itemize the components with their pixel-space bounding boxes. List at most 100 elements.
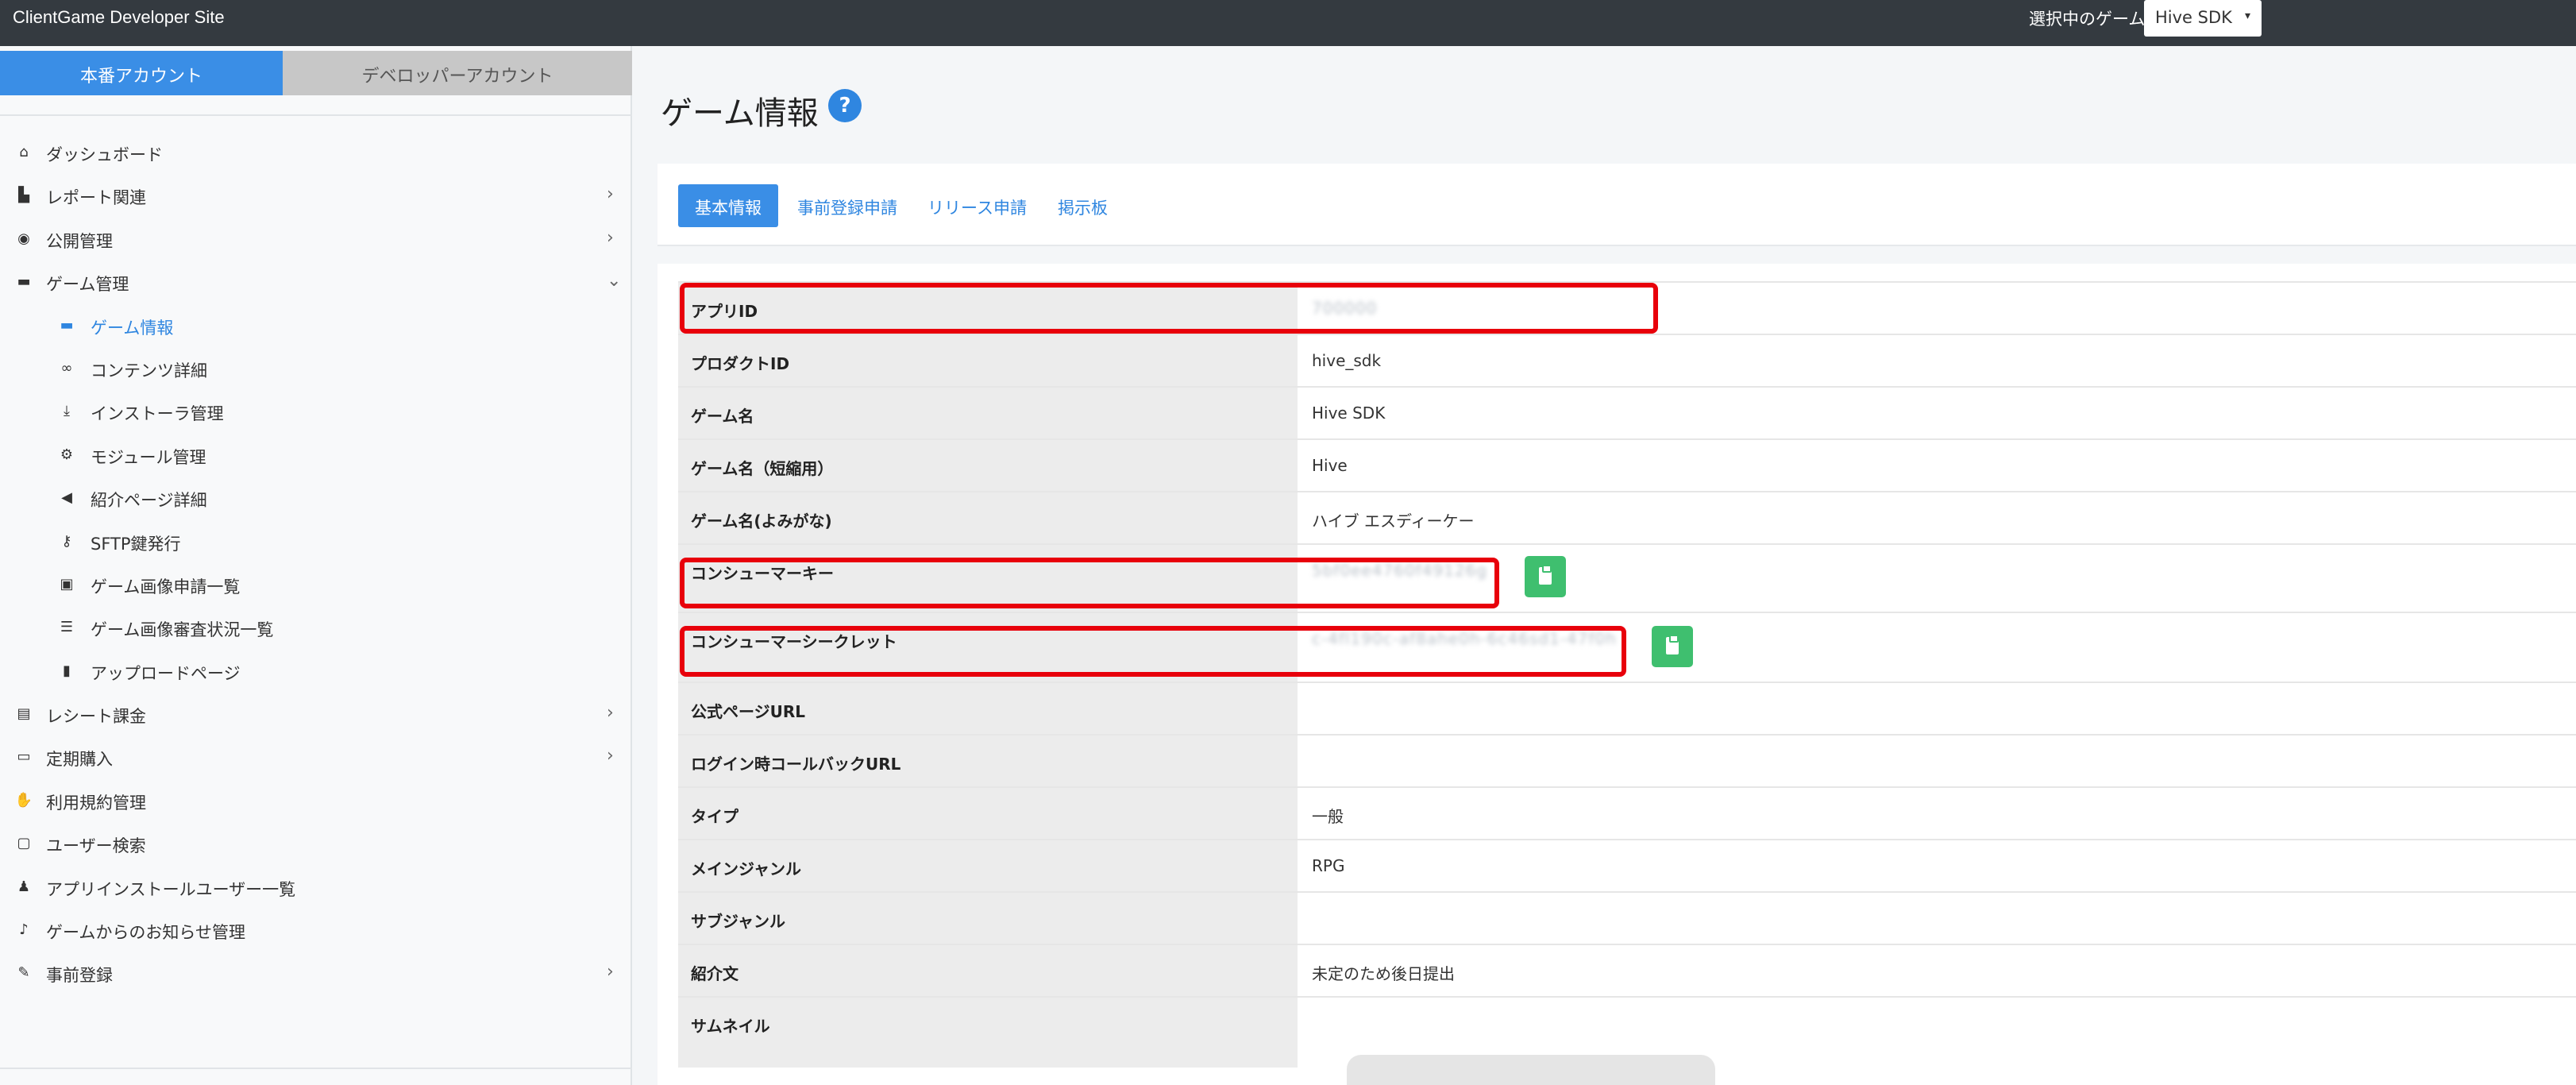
table-row: プロダクトID hive_sdk xyxy=(678,334,2576,386)
megaphone-icon: ◀ xyxy=(61,489,72,507)
sidebar-item[interactable]: ▤ レシート課金 › xyxy=(0,693,632,736)
home-icon: ⌂ xyxy=(19,144,29,160)
field-label: 紹介文 xyxy=(678,945,1298,996)
table-row: 公式ページURL xyxy=(678,682,2576,734)
sidebar-item-label: ゲーム画像審査状況一覧 xyxy=(91,620,274,640)
field-value: Hive SDK xyxy=(1298,388,1385,438)
sidebar-menu: ⌂ ダッシュボード ▙ レポート関連 › ◉ 公開管理 › ▬ ゲーム管理 ⌄ ▬ ゲーム情報 ∞ コンテン… xyxy=(0,132,632,996)
sidebar-item[interactable]: ▢ ユーザー検索 xyxy=(0,823,632,866)
chevron-down-icon[interactable]: ⌄ xyxy=(607,271,621,291)
sidebar-item[interactable]: ⚷ SFTP鍵発行 xyxy=(0,521,632,564)
sidebar-item[interactable]: ∞ コンテンツ詳細 xyxy=(0,348,632,391)
sidebar-item-label: ゲームからのお知らせ管理 xyxy=(46,923,245,943)
sidebar-item[interactable]: ⚙ モジュール管理 xyxy=(0,434,632,477)
image-icon: ▣ xyxy=(60,575,74,593)
sidebar-item[interactable]: ⌂ ダッシュボード xyxy=(0,132,632,175)
chevron-right-icon[interactable]: › xyxy=(607,746,614,766)
sidebar: 本番アカウント デベロッパーアカウント ⌂ ダッシュボード ▙ レポート関連 › ◉ 公開管… xyxy=(0,46,632,1085)
sidebar-item-label: ゲーム管理 xyxy=(46,275,129,295)
chevron-right-icon[interactable]: › xyxy=(607,703,614,723)
tab-basic-info[interactable]: 基本情報 xyxy=(678,184,778,227)
field-label: サブジャンル xyxy=(678,893,1298,944)
chevron-right-icon[interactable]: › xyxy=(607,962,614,982)
chart-icon: ▙ xyxy=(18,187,29,204)
sidebar-item-label: アップロードページ xyxy=(91,663,241,683)
bell-icon: ♪ xyxy=(19,921,29,939)
value-text: hive_sdk xyxy=(1312,351,1382,370)
link-icon: ∞ xyxy=(60,359,73,376)
field-value: Hive xyxy=(1298,440,1348,491)
sidebar-item[interactable]: ▬ ゲーム管理 ⌄ xyxy=(0,261,632,304)
file-icon: ▮ xyxy=(63,662,71,679)
cogs-icon: ⚙ xyxy=(60,446,74,463)
site-brand[interactable]: ClientGame Developer Site xyxy=(13,7,225,28)
tab-bulletin-board[interactable]: 掲示板 xyxy=(1058,184,1108,227)
top-navbar: ClientGame Developer Site 選択中のゲーム Hive S… xyxy=(0,0,2576,46)
sidebar-item-label: 定期購入 xyxy=(46,750,113,770)
key-icon: ⚷ xyxy=(61,532,72,550)
sidebar-item-label: レポート関連 xyxy=(46,188,146,208)
copy-to-clipboard-button[interactable] xyxy=(1525,556,1566,597)
table-row: ログイン時コールバックURL xyxy=(678,734,2576,786)
field-value xyxy=(1298,683,1312,734)
highlight-app-id xyxy=(680,283,1658,334)
sidebar-item[interactable]: ▮ アップロードページ xyxy=(0,651,632,693)
chevron-right-icon[interactable]: › xyxy=(607,228,614,248)
edit-icon: ✎ xyxy=(17,964,30,982)
credit-card-icon: ▭ xyxy=(17,748,31,766)
table-row: メインジャンル RPG xyxy=(678,839,2576,891)
value-text: Hive SDK xyxy=(1312,403,1386,423)
field-label: 公式ページURL xyxy=(678,683,1298,734)
clipboard-icon xyxy=(1539,565,1552,585)
sidebar-item[interactable]: ▬ ゲーム情報 xyxy=(0,305,632,348)
sidebar-item-label: ダッシュボード xyxy=(46,145,163,164)
field-value: 未定のため後日提出 xyxy=(1298,945,1455,996)
field-value: hive_sdk xyxy=(1298,335,1381,386)
highlight-consumer-secret xyxy=(680,626,1626,677)
highlight-consumer-key xyxy=(680,558,1499,608)
sidebar-item[interactable]: ♟ アプリインストールユーザー一覧 xyxy=(0,867,632,909)
tab-production-account[interactable]: 本番アカウント xyxy=(0,51,283,95)
sidebar-item[interactable]: ✋ 利用規約管理 xyxy=(0,780,632,823)
sidebar-item[interactable]: ▙ レポート関連 › xyxy=(0,175,632,218)
eye-icon: ◉ xyxy=(17,230,30,247)
page-title: ゲーム情報 xyxy=(661,95,819,132)
field-label: ゲーム名（短縮用） xyxy=(678,440,1298,491)
sidebar-item[interactable]: ⤓ インストーラ管理 xyxy=(0,391,632,434)
field-value xyxy=(1298,893,1312,944)
sidebar-item[interactable]: ◉ 公開管理 › xyxy=(0,218,632,261)
field-label: ログイン時コールバックURL xyxy=(678,736,1298,786)
help-icon[interactable]: ? xyxy=(828,89,862,122)
game-select-value: Hive SDK xyxy=(2155,8,2232,27)
sidebar-item[interactable]: ▣ ゲーム画像申請一覧 xyxy=(0,564,632,607)
value-text: ハイブ エスディーケー xyxy=(1312,512,1475,531)
tab-pre-registration[interactable]: 事前登録申請 xyxy=(797,184,897,227)
sidebar-item[interactable]: ▭ 定期購入 › xyxy=(0,736,632,779)
game-select-dropdown[interactable]: Hive SDK ▾ xyxy=(2144,0,2262,37)
sidebar-item-label: 事前登録 xyxy=(46,966,113,986)
sidebar-item[interactable]: ♪ ゲームからのお知らせ管理 xyxy=(0,909,632,952)
value-text: RPG xyxy=(1312,856,1345,875)
sidebar-item-label: ユーザー検索 xyxy=(46,836,146,856)
sidebar-item[interactable]: ◀ 紹介ページ詳細 xyxy=(0,477,632,520)
list-icon: ☰ xyxy=(60,619,74,636)
tab-developer-account[interactable]: デベロッパーアカウント xyxy=(283,51,632,95)
tab-release-request[interactable]: リリース申請 xyxy=(927,184,1027,227)
field-value: ハイブ エスディーケー xyxy=(1298,492,1475,543)
sidebar-item[interactable]: ✎ 事前登録 › xyxy=(0,952,632,995)
receipt-icon: ▤ xyxy=(17,705,31,723)
field-label: ゲーム名(よみがな) xyxy=(678,492,1298,543)
sidebar-item-label: SFTP鍵発行 xyxy=(91,534,181,554)
field-value: RPG xyxy=(1298,840,1344,891)
copy-to-clipboard-button[interactable] xyxy=(1652,626,1693,667)
chevron-right-icon[interactable]: › xyxy=(607,184,614,204)
field-value xyxy=(1298,998,1312,1068)
value-text: 未定のため後日提出 xyxy=(1312,964,1455,983)
handshake-icon: ✋ xyxy=(14,791,33,809)
field-label: プロダクトID xyxy=(678,335,1298,386)
game-select-label: 選択中のゲーム xyxy=(2029,10,2146,29)
field-value xyxy=(1298,736,1312,786)
field-value: 一般 xyxy=(1298,788,1344,839)
sidebar-item[interactable]: ☰ ゲーム画像審査状況一覧 xyxy=(0,607,632,650)
table-row: タイプ 一般 xyxy=(678,786,2576,839)
